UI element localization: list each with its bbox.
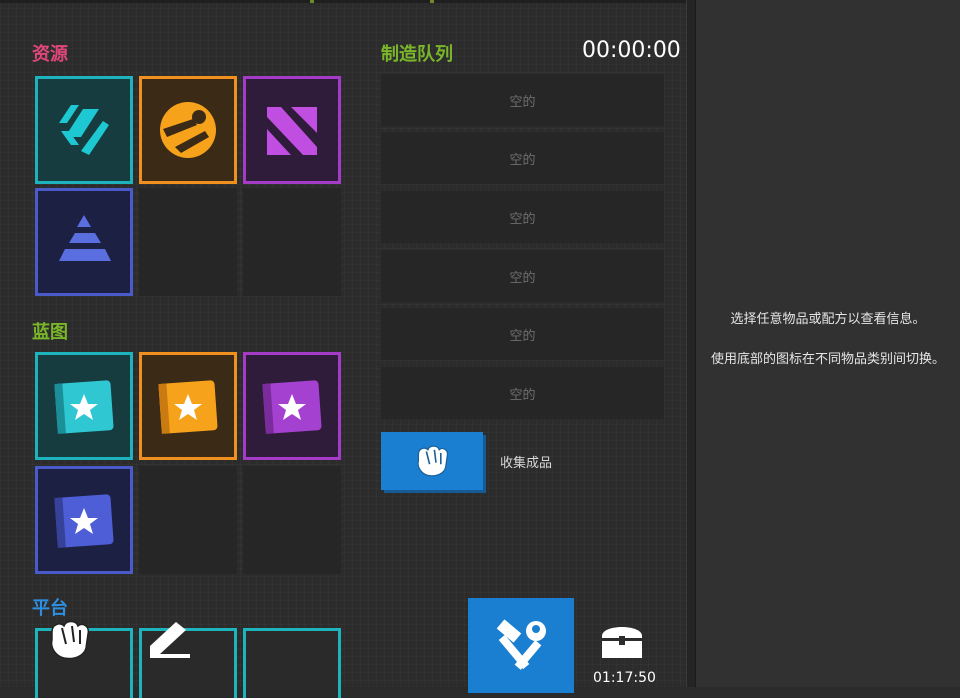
chest-icon[interactable] xyxy=(596,618,648,662)
panel-divider xyxy=(686,0,696,687)
queue-slot[interactable]: 空的 xyxy=(381,367,664,419)
blueprint-orange-icon xyxy=(158,380,218,434)
info-switch-text: 使用底部的图标在不同物品类别间切换。 xyxy=(710,352,945,367)
queue-slot[interactable]: 空的 xyxy=(381,74,664,126)
queue-slot[interactable]: 空的 xyxy=(381,250,664,302)
queue-slot[interactable]: 空的 xyxy=(381,191,664,243)
hammer-category-icon[interactable] xyxy=(146,620,194,660)
collect-label: 收集成品 xyxy=(500,456,553,471)
resource-slot-3[interactable] xyxy=(243,76,341,184)
blueprint-slot-3[interactable] xyxy=(243,352,341,460)
resource-slot-2[interactable] xyxy=(139,76,237,184)
top-marker xyxy=(310,0,314,3)
queue-slot[interactable]: 空的 xyxy=(381,132,664,184)
empty-slot[interactable] xyxy=(139,188,237,296)
blueprint-blue-icon xyxy=(54,494,114,548)
blueprint-purple-icon xyxy=(262,380,322,434)
queue-timer: 00:00:00 xyxy=(582,38,681,63)
blueprints-title: 蓝图 xyxy=(32,322,68,343)
resource-orange-icon xyxy=(160,102,216,158)
resource-slot-4[interactable] xyxy=(35,188,133,296)
top-marker xyxy=(430,0,434,3)
resource-teal-icon xyxy=(59,105,109,155)
fist-icon xyxy=(417,445,449,477)
platform-slot-3[interactable] xyxy=(243,628,341,698)
craft-tools-button[interactable] xyxy=(468,598,574,693)
queue-slot[interactable]: 空的 xyxy=(381,308,664,360)
blueprint-slot-1[interactable] xyxy=(35,352,133,460)
info-panel: 选择任意物品或配方以查看信息。 使用底部的图标在不同物品类别间切换。 xyxy=(696,0,960,687)
resources-title: 资源 xyxy=(32,44,68,65)
platforms-title: 平台 xyxy=(32,598,68,619)
chest-timer: 01:17:50 xyxy=(593,670,656,686)
queue-title: 制造队列 xyxy=(381,44,453,65)
blueprint-slot-2[interactable] xyxy=(139,352,237,460)
empty-slot[interactable] xyxy=(139,466,237,574)
blueprint-teal-icon xyxy=(54,380,114,434)
blueprint-slot-4[interactable] xyxy=(35,466,133,574)
resource-purple-icon xyxy=(267,107,317,155)
empty-slot[interactable] xyxy=(243,466,341,574)
resource-blue-icon xyxy=(59,215,111,261)
fist-category-icon[interactable] xyxy=(44,618,94,662)
hammer-wrench-icon xyxy=(496,618,546,670)
top-border xyxy=(0,0,686,3)
empty-slot[interactable] xyxy=(243,188,341,296)
crafting-panel: 资源 蓝图 平台 制造队列 00:00:00 空的 空的 空的 空的 空的 空的… xyxy=(0,0,686,698)
resource-slot-1[interactable] xyxy=(35,76,133,184)
info-select-text: 选择任意物品或配方以查看信息。 xyxy=(730,312,926,327)
collect-button[interactable] xyxy=(381,432,483,490)
